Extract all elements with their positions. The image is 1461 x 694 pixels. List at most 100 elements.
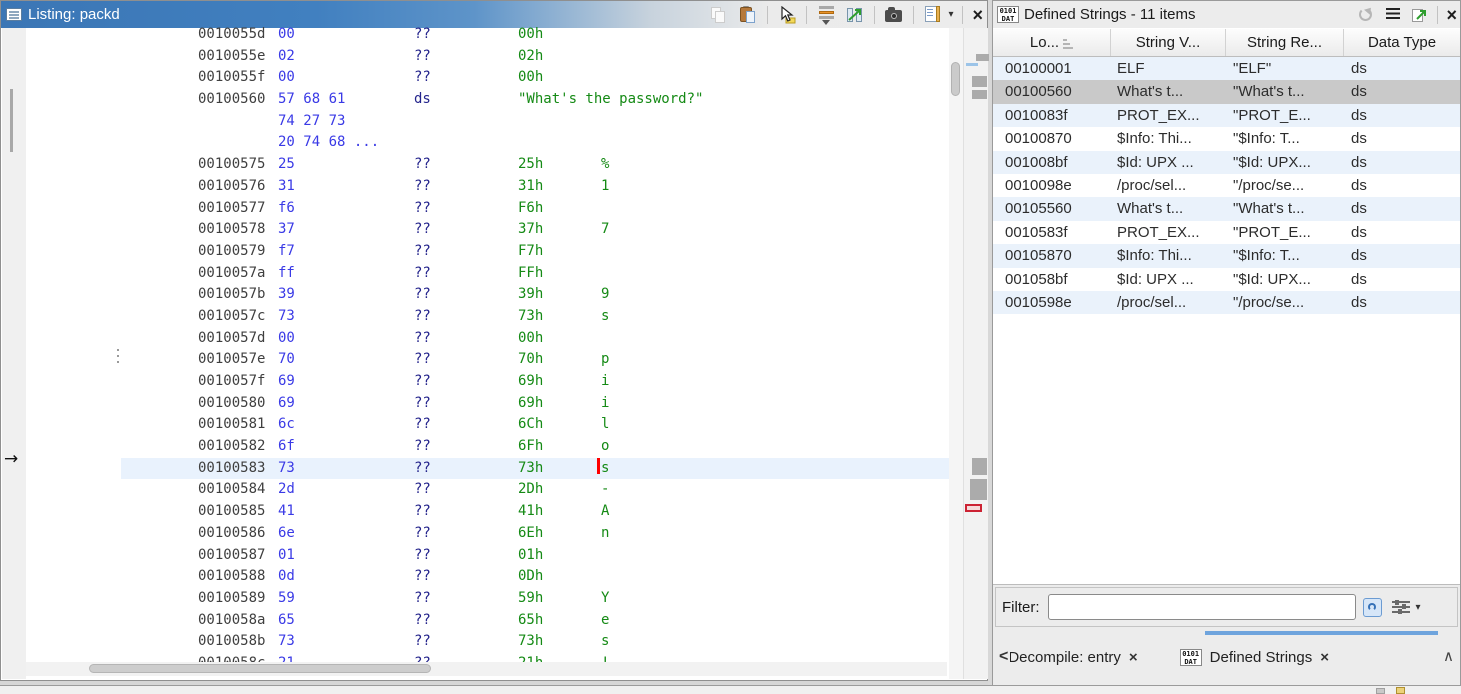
column-label: Lo...: [1030, 34, 1059, 51]
tab-close-icon[interactable]: ×: [1129, 649, 1138, 666]
overview-cursor-marker[interactable]: [965, 504, 982, 512]
overview-marker[interactable]: [966, 63, 978, 66]
listing-row[interactable]: 001005826f??6Fho: [26, 436, 949, 458]
listing-horizontal-scrollbar[interactable]: [26, 662, 947, 676]
listing-row[interactable]: 0010056057 68 6174 27 7320 74 68 ...ds"W…: [26, 89, 949, 154]
column-header-data-type[interactable]: Data Type: [1344, 29, 1460, 56]
table-row[interactable]: 00100001ELF"ELF"ds: [993, 57, 1460, 80]
listing-value: 69h: [518, 371, 543, 393]
listing-row[interactable]: 0010055e02??02h: [26, 46, 949, 68]
strings-titlebar[interactable]: 0101DAT Defined Strings - 11 items ×: [993, 1, 1460, 28]
listing-row[interactable]: 0010057d00??00h: [26, 328, 949, 350]
listing-row[interactable]: 001005816c??6Chl: [26, 414, 949, 436]
make-selection-icon[interactable]: [1383, 5, 1403, 25]
listing-row[interactable]: 0010058a65??65he: [26, 610, 949, 632]
tab-defined-strings[interactable]: 0101DAT Defined Strings ×: [1172, 649, 1337, 666]
table-row[interactable]: 00100870$Info: Thi..."$Info: T...ds: [993, 127, 1460, 150]
listing-row[interactable]: 001005866e??6Ehn: [26, 523, 949, 545]
listing-display-options-icon[interactable]: [923, 5, 943, 25]
horizontal-scrollbar-thumb[interactable]: [89, 664, 431, 673]
tab-scroll-left-icon[interactable]: <: [993, 646, 1010, 668]
listing-titlebar[interactable]: Listing: packd ▾ ×: [1, 1, 987, 28]
filter-bar: Filter: ▾: [995, 587, 1458, 627]
listing-row[interactable]: 001005842d??2Dh-: [26, 479, 949, 501]
listing-value: 73h: [518, 631, 543, 653]
table-row[interactable]: 00105870$Info: Thi..."$Info: T...ds: [993, 244, 1460, 267]
listing-rows[interactable]: 0010055d00??00h0010055e02??02h0010055f00…: [26, 24, 949, 676]
table-row[interactable]: 0010583fPROT_EX..."PROT_E...ds: [993, 221, 1460, 244]
copy-icon[interactable]: [709, 5, 729, 25]
listing-row[interactable]: 0010058069??69hi: [26, 393, 949, 415]
table-row[interactable]: 001058bf$Id: UPX ..."$Id: UPX...ds: [993, 268, 1460, 291]
listing-bytes: 69: [278, 371, 295, 393]
listing-bytes: 73: [278, 306, 295, 328]
listing-row[interactable]: 0010058541??41hA: [26, 501, 949, 523]
listing-row[interactable]: 0010058b73??73hs: [26, 631, 949, 653]
collapse-panel-icon[interactable]: ∧: [1443, 647, 1454, 665]
strings-table-body[interactable]: 00100001ELF"ELF"ds00100560What's t..."Wh…: [993, 57, 1460, 314]
diff-view-icon[interactable]: [845, 5, 865, 25]
filter-input[interactable]: [1048, 594, 1356, 620]
listing-row[interactable]: 0010058373??73hs: [26, 458, 949, 480]
snapshot-camera-icon[interactable]: [884, 5, 904, 25]
listing-row[interactable]: 0010057e70??70hp: [26, 349, 949, 371]
table-row[interactable]: 00100560What's t..."What's t...ds: [993, 80, 1460, 103]
refresh-icon[interactable]: [1355, 5, 1375, 25]
column-header-location[interactable]: Lo...: [993, 29, 1111, 56]
listing-value: 41h: [518, 501, 543, 523]
paste-icon[interactable]: [738, 5, 758, 25]
export-icon[interactable]: [1411, 6, 1429, 24]
table-row[interactable]: 00105560What's t..."What's t...ds: [993, 197, 1460, 220]
listing-row[interactable]: 00100577f6??F6h: [26, 198, 949, 220]
defined-strings-panel: 0101DAT Defined Strings - 11 items × Lo.…: [992, 0, 1461, 685]
close-icon[interactable]: ×: [972, 6, 983, 24]
column-header-string-representation[interactable]: String Re...: [1226, 29, 1344, 56]
table-row[interactable]: 0010598e/proc/sel..."/proc/se...ds: [993, 291, 1460, 314]
overview-marker[interactable]: [972, 90, 987, 99]
sort-ascending-icon: [1063, 37, 1073, 49]
vertical-scrollbar-thumb[interactable]: [951, 62, 960, 96]
listing-value: 70h: [518, 349, 543, 371]
instruction-pointer-arrow: →: [4, 449, 18, 469]
listing-row[interactable]: 0010057c73??73hs: [26, 306, 949, 328]
listing-row[interactable]: 0010057837??37h7: [26, 219, 949, 241]
filter-settings-icon[interactable]: [1392, 600, 1410, 614]
filter-refresh-icon[interactable]: [1363, 598, 1382, 617]
overview-marker[interactable]: [970, 479, 987, 500]
listing-mnemonic: ??: [414, 523, 431, 545]
table-row[interactable]: 001008bf$Id: UPX ..."$Id: UPX...ds: [993, 151, 1460, 174]
table-row[interactable]: 0010098e/proc/sel..."/proc/se...ds: [993, 174, 1460, 197]
diff-icon[interactable]: [816, 5, 836, 25]
tab-close-icon[interactable]: ×: [1320, 649, 1329, 666]
column-header-string-value[interactable]: String V...: [1111, 29, 1226, 56]
field-divider-handle[interactable]: [117, 349, 120, 367]
listing-value: 73h: [518, 306, 543, 328]
cell-location: 0010598e: [1005, 291, 1072, 314]
listing-value: 00h: [518, 67, 543, 89]
overview-marker[interactable]: [976, 54, 989, 61]
overview-marker[interactable]: [972, 76, 987, 87]
listing-row[interactable]: 0010058701??01h: [26, 545, 949, 567]
dropdown-caret-icon[interactable]: ▾: [948, 9, 953, 20]
listing-address: 00100580: [198, 393, 265, 415]
listing-overview-margin[interactable]: [963, 28, 988, 679]
listing-row[interactable]: 0010058959??59hY: [26, 588, 949, 610]
dropdown-caret-icon[interactable]: ▾: [1416, 602, 1421, 613]
cell-location: 00105870: [1005, 244, 1072, 267]
cursor-location-icon[interactable]: [777, 5, 797, 25]
listing-row[interactable]: 0010057b39??39h9: [26, 284, 949, 306]
listing-row[interactable]: 001005880d??0Dh: [26, 566, 949, 588]
listing-row[interactable]: 0010055f00??00h: [26, 67, 949, 89]
close-icon[interactable]: ×: [1446, 6, 1457, 24]
listing-vertical-scrollbar[interactable]: [949, 28, 963, 679]
listing-row[interactable]: 0010057631??31h1: [26, 176, 949, 198]
listing-address: 00100579: [198, 241, 265, 263]
overview-marker[interactable]: [972, 458, 987, 475]
table-row[interactable]: 0010083fPROT_EX..."PROT_E...ds: [993, 104, 1460, 127]
listing-row[interactable]: 0010057f69??69hi: [26, 371, 949, 393]
listing-bytes: 0d: [278, 566, 295, 588]
listing-row[interactable]: 0010057525??25h%: [26, 154, 949, 176]
listing-row[interactable]: 00100579f7??F7h: [26, 241, 949, 263]
listing-row[interactable]: 0010057aff??FFh: [26, 263, 949, 285]
tab-decompile-entry[interactable]: Decompile: entry ×: [1000, 649, 1145, 666]
